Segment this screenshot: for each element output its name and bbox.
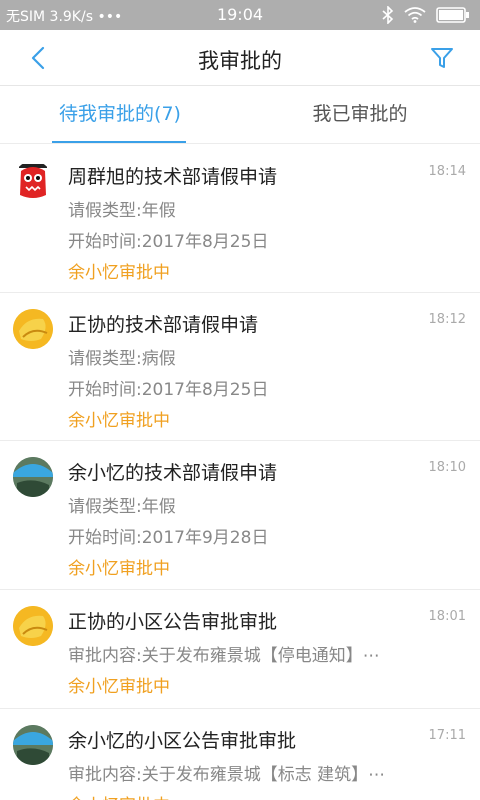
- battery-icon: [436, 7, 469, 23]
- avatar: [13, 725, 53, 765]
- tab-approved[interactable]: 我已审批的: [240, 86, 480, 144]
- list-item[interactable]: 正协的技术部请假申请 18:12 请假类型:病假 开始时间:2017年8月25日…: [0, 293, 480, 441]
- wifi-icon: [404, 7, 426, 23]
- item-detail: 审批内容:关于发布雍景城【标志 建筑】⋯: [68, 765, 386, 785]
- item-title: 周群旭的技术部请假申请: [68, 166, 278, 188]
- blue-umbrella-avatar-icon: [13, 457, 53, 497]
- item-detail: 开始时间:2017年8月25日: [68, 380, 269, 400]
- item-detail: 请假类型:病假: [68, 349, 176, 369]
- avatar: [13, 161, 53, 201]
- tab-bar: 待我审批的(7) 我已审批的: [0, 86, 480, 144]
- item-time: 18:12: [428, 312, 466, 327]
- item-time: 18:14: [428, 164, 466, 179]
- list-item[interactable]: 周群旭的技术部请假申请 18:14 请假类型:年假 开始时间:2017年8月25…: [0, 145, 480, 293]
- item-detail: 审批内容:关于发布雍景城【停电通知】⋯: [68, 646, 380, 666]
- tab-pending-approval[interactable]: 待我审批的(7): [0, 86, 240, 144]
- nav-bar: 我审批的: [0, 30, 480, 86]
- filter-icon: [431, 48, 453, 68]
- list-item[interactable]: 余小忆的技术部请假申请 18:10 请假类型:年假 开始时间:2017年9月28…: [0, 441, 480, 590]
- list-item[interactable]: 余小忆的小区公告审批审批 17:11 审批内容:关于发布雍景城【标志 建筑】⋯ …: [0, 709, 480, 800]
- blue-umbrella-avatar-icon: [13, 725, 53, 765]
- yellow-avatar-icon: [13, 309, 53, 349]
- yellow-avatar-icon: [13, 606, 53, 646]
- page-title: 我审批的: [198, 49, 282, 73]
- red-monster-avatar-icon: [19, 164, 47, 198]
- status-text: 余小忆审批中: [68, 263, 170, 283]
- bluetooth-icon: [382, 6, 394, 24]
- filter-button[interactable]: [428, 44, 456, 72]
- item-time: 18:10: [428, 460, 466, 475]
- avatar: [13, 309, 53, 349]
- item-title: 余小忆的小区公告审批审批: [68, 730, 297, 752]
- status-text: 余小忆审批中: [68, 411, 170, 431]
- list-item[interactable]: 正协的小区公告审批审批 18:01 审批内容:关于发布雍景城【停电通知】⋯ 余小…: [0, 590, 480, 709]
- item-detail: 请假类型:年假: [68, 497, 176, 517]
- status-bar: 无SIM 3.9K/s ••• 19:04: [0, 0, 480, 30]
- item-time: 18:01: [428, 609, 466, 624]
- item-title: 余小忆的技术部请假申请: [68, 462, 278, 484]
- approval-list: 周群旭的技术部请假申请 18:14 请假类型:年假 开始时间:2017年8月25…: [0, 145, 480, 800]
- item-detail: 开始时间:2017年8月25日: [68, 232, 269, 252]
- item-time: 17:11: [428, 728, 466, 743]
- status-text: 余小忆审批中: [68, 559, 170, 579]
- active-tab-indicator: [52, 141, 186, 143]
- avatar: [13, 457, 53, 497]
- avatar: [13, 606, 53, 646]
- item-title: 正协的技术部请假申请: [68, 314, 259, 336]
- item-detail: 开始时间:2017年9月28日: [68, 528, 269, 548]
- status-icons: [382, 6, 470, 24]
- item-title: 正协的小区公告审批审批: [68, 611, 278, 633]
- status-text: 余小忆审批中: [68, 791, 170, 800]
- status-text: 余小忆审批中: [68, 677, 170, 697]
- item-detail: 请假类型:年假: [68, 201, 176, 221]
